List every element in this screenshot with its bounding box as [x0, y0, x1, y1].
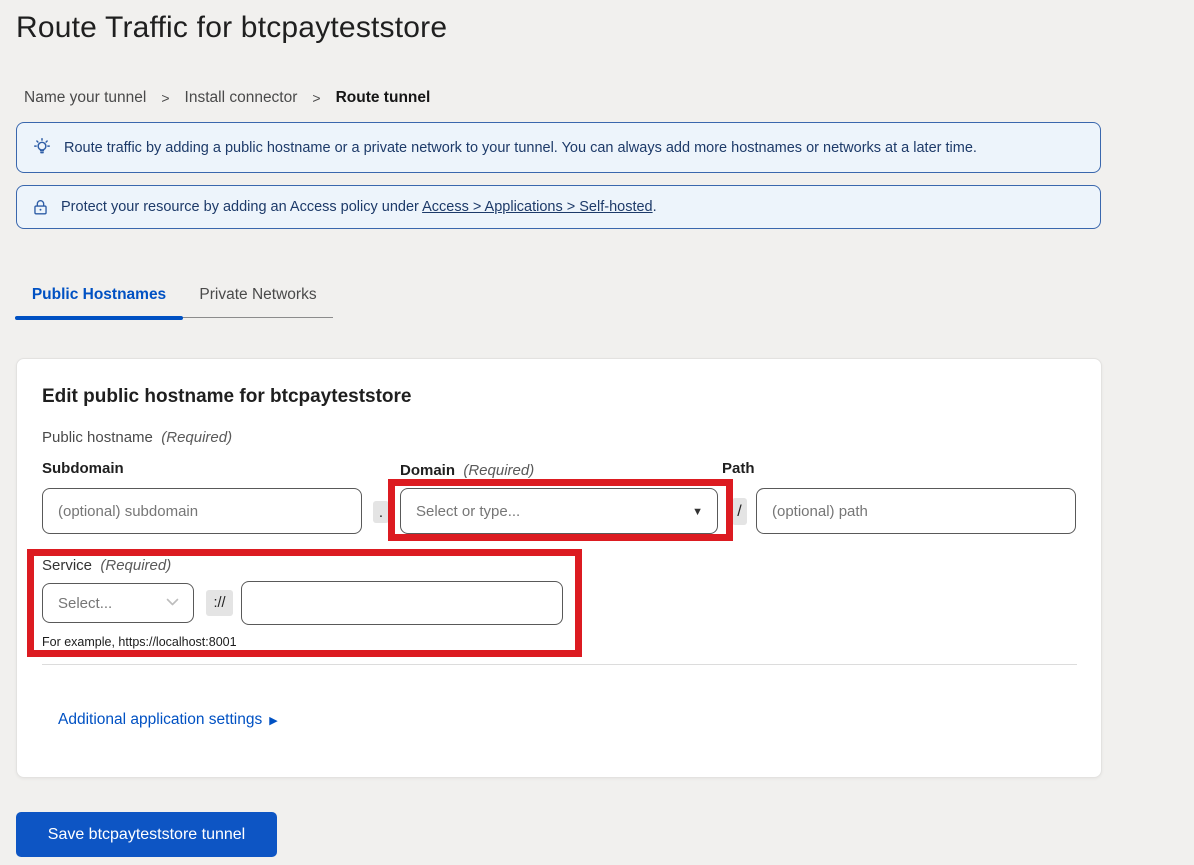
tip-banner: Route traffic by adding a public hostnam… — [16, 122, 1101, 173]
subdomain-input[interactable] — [42, 488, 362, 534]
domain-dot-separator: . — [373, 501, 389, 523]
breadcrumb: Name your tunnel > Install connector > R… — [24, 89, 430, 107]
breadcrumb-separator: > — [161, 90, 169, 106]
section-divider — [42, 664, 1077, 665]
access-policy-banner: Protect your resource by adding an Acces… — [16, 185, 1101, 229]
domain-select[interactable]: Select or type... — [400, 488, 718, 534]
public-hostname-required-marker: (Required) — [161, 429, 232, 446]
additional-application-settings-link[interactable]: Additional application settings ▶ — [58, 711, 278, 729]
domain-label-text: Domain — [400, 462, 455, 479]
domain-select-value: Select or type... — [416, 503, 520, 520]
lightbulb-icon — [31, 137, 53, 159]
service-label: Service — [42, 557, 92, 574]
path-input[interactable] — [756, 488, 1076, 534]
path-slash-separator: / — [732, 498, 747, 525]
service-url-input[interactable] — [241, 581, 563, 625]
additional-settings-label: Additional application settings — [58, 711, 262, 729]
public-hostname-label: Public hostname — [42, 429, 153, 446]
domain-required-marker: (Required) — [463, 462, 534, 479]
subdomain-label: Subdomain — [42, 460, 124, 477]
service-example-hint: For example, https://localhost:8001 — [42, 635, 237, 649]
service-type-value: Select... — [58, 595, 112, 612]
breadcrumb-step-route-tunnel: Route tunnel — [336, 89, 431, 107]
domain-label: Domain (Required) — [400, 462, 534, 479]
hostname-network-tabs: Public Hostnames Private Networks — [15, 283, 333, 318]
breadcrumb-separator: > — [312, 90, 320, 106]
card-title: Edit public hostname for btcpayteststore — [42, 386, 412, 408]
breadcrumb-step-name-your-tunnel[interactable]: Name your tunnel — [24, 89, 146, 107]
tab-private-networks[interactable]: Private Networks — [183, 283, 333, 317]
edit-public-hostname-card: Edit public hostname for btcpayteststore… — [16, 358, 1102, 778]
save-tunnel-button[interactable]: Save btcpayteststore tunnel — [16, 812, 277, 857]
service-protocol-separator: :// — [206, 590, 233, 616]
access-banner-text-after: . — [653, 199, 657, 215]
service-required-marker: (Required) — [100, 557, 171, 574]
page-title: Route Traffic for btcpayteststore — [16, 11, 447, 45]
access-banner-text-before: Protect your resource by adding an Acces… — [61, 199, 422, 215]
access-banner-text: Protect your resource by adding an Acces… — [61, 199, 657, 215]
public-hostname-caption: Public hostname (Required) — [42, 429, 232, 446]
arrow-right-icon: ▶ — [269, 714, 277, 727]
service-type-select[interactable]: Select... — [42, 583, 194, 623]
path-label: Path — [722, 460, 755, 477]
chevron-down-icon — [692, 502, 703, 520]
chevron-down-icon — [166, 594, 179, 612]
tip-banner-text: Route traffic by adding a public hostnam… — [64, 140, 977, 156]
lock-icon — [31, 198, 50, 217]
service-caption: Service (Required) — [42, 557, 171, 574]
breadcrumb-step-install-connector[interactable]: Install connector — [185, 89, 298, 107]
tab-public-hostnames[interactable]: Public Hostnames — [15, 283, 183, 317]
access-applications-link[interactable]: Access > Applications > Self-hosted — [422, 199, 653, 215]
